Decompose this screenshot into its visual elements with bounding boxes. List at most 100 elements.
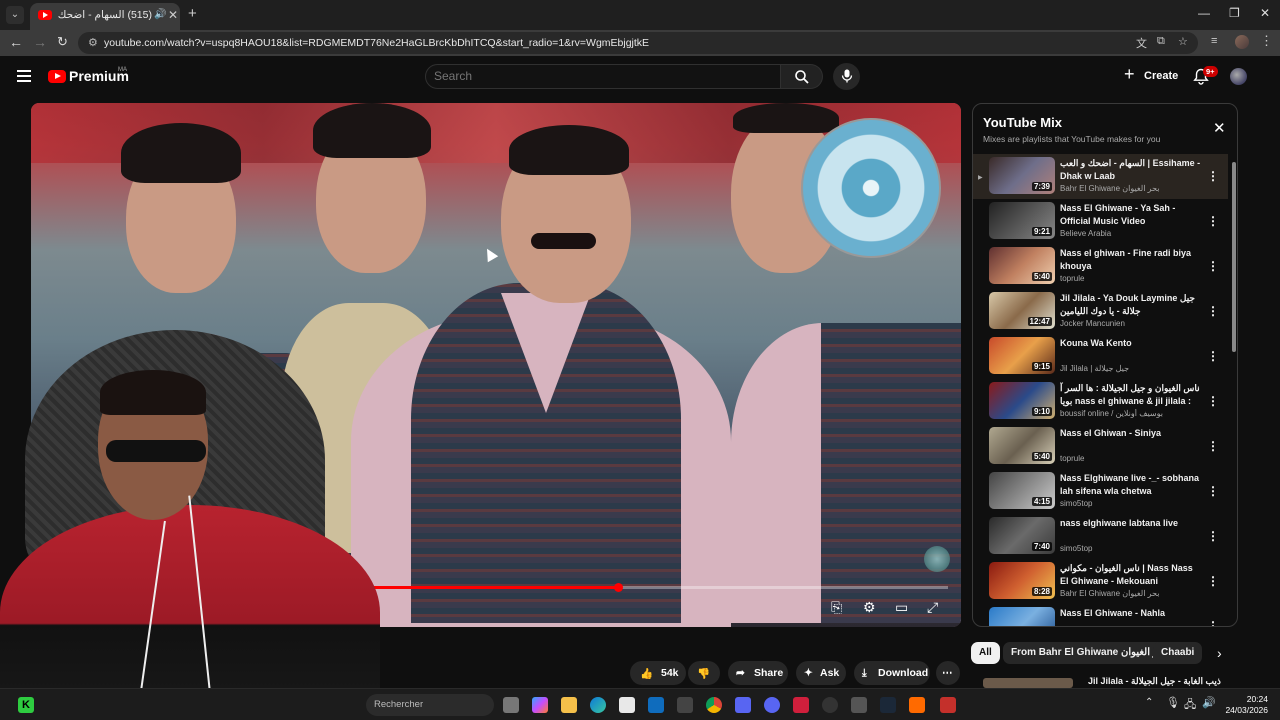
- video-thumbnail[interactable]: 8:28: [989, 562, 1055, 599]
- system-clock[interactable]: 20:24 24/03/2026: [1224, 694, 1268, 716]
- channel-name[interactable]: Jil Jilala | جيل جيلالة: [1060, 364, 1202, 373]
- playlist-item[interactable]: 8:28 ناس الغيوان - مكواني | Nass Nass El …: [973, 559, 1228, 604]
- playlist-item[interactable]: ▶ 7:39 السهام - اضحك و العب | Essihame - D…: [973, 154, 1228, 199]
- bookmark-star-icon[interactable]: ☆: [1178, 35, 1188, 48]
- fullscreen-icon[interactable]: ⤢: [927, 599, 938, 616]
- video-title[interactable]: Nass el Ghiwan - Siniya: [1060, 427, 1202, 440]
- video-thumbnail[interactable]: 4:15: [989, 472, 1055, 509]
- kick-app-icon[interactable]: K: [18, 697, 34, 713]
- chip-channel[interactable]: From Bahr El Ghiwane بحر الغيوان: [1003, 642, 1176, 664]
- file-explorer-icon[interactable]: [561, 697, 577, 713]
- more-vertical-icon[interactable]: ⋮: [1207, 304, 1219, 318]
- more-vertical-icon[interactable]: ⋮: [1207, 169, 1219, 183]
- channel-name[interactable]: toprule: [1060, 454, 1202, 463]
- video-title[interactable]: Jil Jilala - Ya Douk Laymine جيل جلالة -…: [1060, 292, 1202, 318]
- video-thumbnail[interactable]: 7:40: [989, 517, 1055, 554]
- video-title[interactable]: Nass el ghiwan - Fine radi biya khouya: [1060, 247, 1202, 273]
- more-vertical-icon[interactable]: ⋮: [1207, 214, 1219, 228]
- channel-name[interactable]: Jocker Mancunien: [1060, 319, 1202, 328]
- more-vertical-icon[interactable]: ⋮: [1207, 574, 1219, 588]
- app-icon[interactable]: [851, 697, 867, 713]
- microphone-tray-icon[interactable]: 🎙: [1166, 696, 1180, 709]
- video-thumbnail[interactable]: 12:47: [989, 292, 1055, 329]
- youtube-logo-icon[interactable]: [48, 70, 66, 83]
- chrome-browser-icon[interactable]: [706, 697, 722, 713]
- ask-button[interactable]: ✦ Ask: [796, 661, 846, 685]
- channel-name[interactable]: simo5top: [1060, 544, 1202, 553]
- reload-icon[interactable]: ↻: [57, 34, 68, 50]
- playlist-item[interactable]: Nass El Ghiwane - Nahla ⋮: [973, 604, 1228, 626]
- search-box[interactable]: [425, 64, 781, 89]
- browser-menu-icon[interactable]: ⋮: [1260, 33, 1273, 49]
- channel-name[interactable]: Believe Arabia: [1060, 229, 1202, 238]
- close-tab-icon[interactable]: ✕: [168, 8, 178, 22]
- video-title[interactable]: Nass Elghiwane live -_- sobhana lah sife…: [1060, 472, 1202, 498]
- video-title[interactable]: السهام - اضحك و العب | Essihame - Dhak w…: [1060, 157, 1202, 183]
- chip-all[interactable]: All: [971, 642, 1000, 664]
- playlist-item[interactable]: 5:40 Nass el ghiwan - Fine radi biya khou…: [973, 244, 1228, 289]
- new-tab-plus-icon[interactable]: +: [188, 5, 197, 22]
- playlist-item[interactable]: 9:10 ناس الغيوان و جيل الجيلالة : ها السر…: [973, 379, 1228, 424]
- channel-watermark-icon[interactable]: [924, 546, 950, 572]
- app-icon[interactable]: [677, 697, 693, 713]
- video-title[interactable]: Nass El Ghiwane - Nahla: [1060, 607, 1202, 620]
- address-bar[interactable]: ⚙ youtube.com/watch?v=uspq8HAOU18&list=R…: [78, 32, 1198, 54]
- video-thumbnail[interactable]: 9:15: [989, 337, 1055, 374]
- task-view-icon[interactable]: [503, 697, 519, 713]
- channel-name[interactable]: Bahr El Ghiwane بحر الغيوان: [1060, 589, 1202, 598]
- more-vertical-icon[interactable]: ⋮: [1207, 484, 1219, 498]
- playlist-item[interactable]: 12:47 Jil Jilala - Ya Douk Laymine جيل جل…: [973, 289, 1228, 334]
- cast-icon[interactable]: ⧉: [1157, 35, 1165, 48]
- download-button[interactable]: ⤓ Download: [854, 661, 930, 685]
- dislike-button[interactable]: 👎: [688, 661, 720, 685]
- more-vertical-icon[interactable]: ⋮: [1207, 529, 1219, 543]
- recommendation-thumbnail[interactable]: [983, 678, 1073, 688]
- url-text[interactable]: youtube.com/watch?v=uspq8HAOU18&list=RDG…: [104, 37, 649, 49]
- create-button[interactable]: + Create: [1120, 64, 1180, 89]
- more-vertical-icon[interactable]: ⋮: [1207, 439, 1219, 453]
- game-controller-icon[interactable]: [735, 697, 751, 713]
- profile-avatar[interactable]: [1235, 35, 1249, 49]
- video-title[interactable]: ناس الغيوان - مكواني | Nass Nass El Ghiw…: [1060, 562, 1202, 588]
- openai-icon[interactable]: [822, 697, 838, 713]
- playlist-item[interactable]: 5:40 Nass el Ghiwan - Siniya toprule ⋮: [973, 424, 1228, 469]
- channel-name[interactable]: toprule: [1060, 274, 1202, 283]
- subtitles-icon[interactable]: ⎘: [831, 599, 842, 616]
- video-title[interactable]: nass elghiwane labtana live: [1060, 517, 1202, 530]
- discord-icon[interactable]: [764, 697, 780, 713]
- show-hidden-icons-chevron[interactable]: ⌃: [1145, 697, 1153, 708]
- video-thumbnail[interactable]: 9:10: [989, 382, 1055, 419]
- like-button[interactable]: 👍 54k: [630, 661, 686, 685]
- playlist-item[interactable]: 4:15 Nass Elghiwane live -_- sobhana lah …: [973, 469, 1228, 514]
- share-button[interactable]: ➦ Share: [728, 661, 788, 685]
- recommendation-title[interactable]: Jil Jilala - ذيب الغابة - جيل الجيلالة: [1088, 676, 1221, 687]
- video-thumbnail[interactable]: 7:39: [989, 157, 1055, 194]
- edge-browser-icon[interactable]: [590, 697, 606, 713]
- outlook-icon[interactable]: [648, 697, 664, 713]
- more-vertical-icon[interactable]: ⋮: [1207, 619, 1219, 626]
- channel-name[interactable]: Bahr El Ghiwane بحر الغيوان: [1060, 184, 1202, 193]
- panel-scrollbar[interactable]: [1232, 162, 1236, 352]
- network-icon[interactable]: 🖧: [1184, 696, 1196, 715]
- speaker-icon[interactable]: 🔊: [154, 9, 166, 20]
- app-icon[interactable]: [940, 697, 956, 713]
- more-vertical-icon[interactable]: ⋮: [1207, 394, 1219, 408]
- steam-icon[interactable]: [880, 697, 896, 713]
- browser-tab[interactable]: (515) السهام - اضحك و العب 🔊 ✕: [30, 3, 180, 30]
- channel-name[interactable]: boussif online / بوسيف أونلاين: [1060, 409, 1202, 418]
- window-close-icon[interactable]: ✕: [1260, 6, 1270, 20]
- playlist-item[interactable]: 7:40 nass elghiwane labtana live simo5top ⋮: [973, 514, 1228, 559]
- video-thumbnail[interactable]: 5:40: [989, 427, 1055, 464]
- app-icon[interactable]: [793, 697, 809, 713]
- app-icon[interactable]: [909, 697, 925, 713]
- settings-gear-icon[interactable]: ⚙: [863, 599, 876, 616]
- menu-icon[interactable]: [17, 70, 31, 82]
- chevron-right-icon[interactable]: ›: [1217, 645, 1222, 661]
- channel-name[interactable]: simo5top: [1060, 499, 1202, 508]
- account-avatar[interactable]: [1230, 68, 1247, 85]
- video-thumbnail[interactable]: [989, 607, 1055, 626]
- more-vertical-icon[interactable]: ⋮: [1207, 259, 1219, 273]
- playlist-item[interactable]: 9:21 Nass El Ghiwane - Ya Sah - Official …: [973, 199, 1228, 244]
- search-button[interactable]: [781, 64, 823, 89]
- taskbar-search[interactable]: Rechercher: [366, 694, 494, 716]
